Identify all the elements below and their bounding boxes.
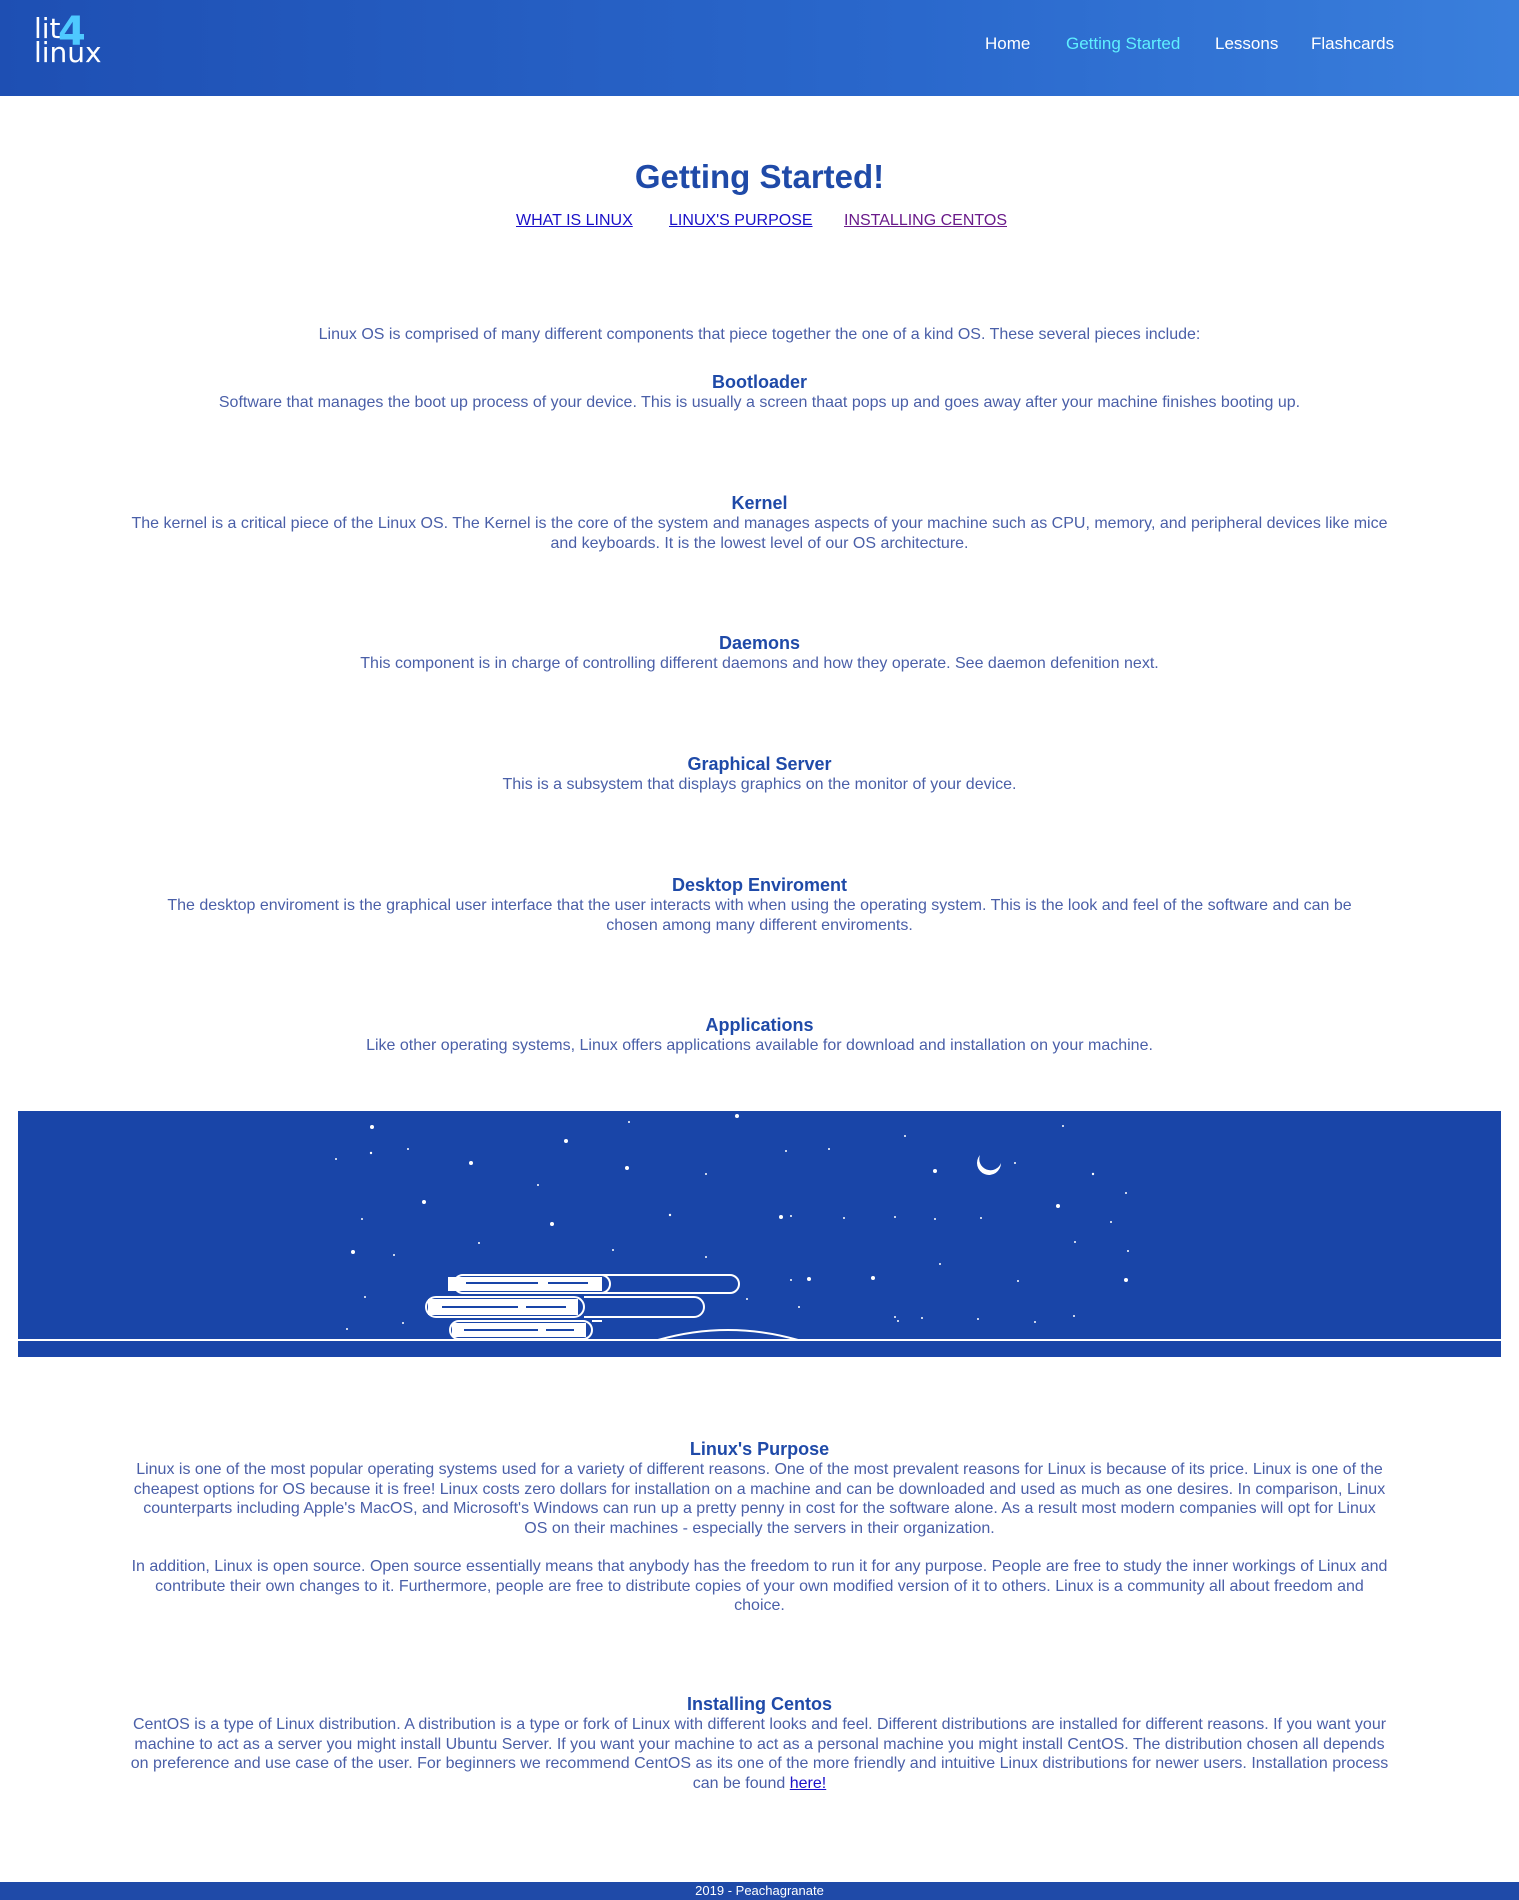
section-paragraph: In addition, Linux is open source. Open … bbox=[131, 1558, 1388, 1614]
moon-icon bbox=[977, 1155, 1001, 1175]
component-text: The kernel is a critical piece of the Li… bbox=[131, 515, 1388, 552]
section-paragraph: CentOS is a type of Linux distribution. … bbox=[130, 1715, 1389, 1793]
installation-link[interactable]: here! bbox=[790, 1775, 826, 1792]
linux-purpose-section: Linux's Purpose Linux is one of the most… bbox=[130, 1438, 1389, 1616]
anchor-installing-centos[interactable]: INSTALLING CENTOS bbox=[844, 212, 1007, 230]
component-daemons: Daemons This component is in charge of c… bbox=[120, 632, 1399, 674]
component-desktop-environment: Desktop Enviroment The desktop enviromen… bbox=[140, 874, 1379, 935]
component-title: Graphical Server bbox=[687, 754, 832, 774]
section-paragraph: Linux is one of the most popular operati… bbox=[133, 1461, 1386, 1537]
site-header: lit 4 linux Home Getting Started Lessons… bbox=[0, 0, 1519, 96]
logo-text-bottom: linux bbox=[34, 36, 102, 69]
section-title: Linux's Purpose bbox=[689, 1439, 830, 1459]
night-illustration-banner bbox=[18, 1111, 1501, 1357]
component-applications: Applications Like other operating system… bbox=[120, 1014, 1399, 1056]
section-title: Installing Centos bbox=[686, 1694, 832, 1714]
component-text: The desktop enviroment is the graphical … bbox=[167, 897, 1352, 934]
site-logo[interactable]: lit 4 linux bbox=[34, 12, 106, 74]
component-text: This is a subsystem that displays graphi… bbox=[502, 776, 1017, 793]
anchor-what-is-linux[interactable]: WHAT IS LINUX bbox=[516, 212, 633, 230]
component-bootloader: Bootloader Software that manages the boo… bbox=[120, 371, 1399, 413]
component-graphical-server: Graphical Server This is a subsystem tha… bbox=[120, 753, 1399, 795]
component-title: Kernel bbox=[731, 493, 788, 513]
component-text: Software that manages the boot up proces… bbox=[218, 394, 1301, 411]
site-footer: 2019 - Peachagranate bbox=[0, 1882, 1519, 1900]
nav-flashcards[interactable]: Flashcards bbox=[1311, 34, 1394, 54]
centos-text: CentOS is a type of Linux distribution. … bbox=[130, 1716, 1389, 1792]
section-anchor-links: WHAT IS LINUX LINUX'S PURPOSE INSTALLING… bbox=[0, 212, 1519, 236]
night-sky-illustration bbox=[18, 1114, 1501, 1341]
intro-text: Linux OS is comprised of many different … bbox=[318, 326, 1201, 343]
anchor-linux-purpose[interactable]: LINUX'S PURPOSE bbox=[669, 212, 813, 230]
nav-getting-started[interactable]: Getting Started bbox=[1066, 34, 1180, 54]
component-title: Desktop Enviroment bbox=[671, 875, 848, 895]
page-title: Getting Started! bbox=[634, 158, 885, 195]
component-kernel: Kernel The kernel is a critical piece of… bbox=[130, 492, 1389, 553]
nav-lessons[interactable]: Lessons bbox=[1215, 34, 1278, 54]
component-text: This component is in charge of controlli… bbox=[360, 655, 1159, 672]
component-text: Like other operating systems, Linux offe… bbox=[366, 1037, 1153, 1054]
component-title: Bootloader bbox=[711, 372, 807, 392]
component-title: Daemons bbox=[718, 633, 801, 653]
nav-home[interactable]: Home bbox=[985, 34, 1030, 54]
installing-centos-section: Installing Centos CentOS is a type of Li… bbox=[130, 1693, 1389, 1793]
component-title: Applications bbox=[705, 1015, 814, 1035]
